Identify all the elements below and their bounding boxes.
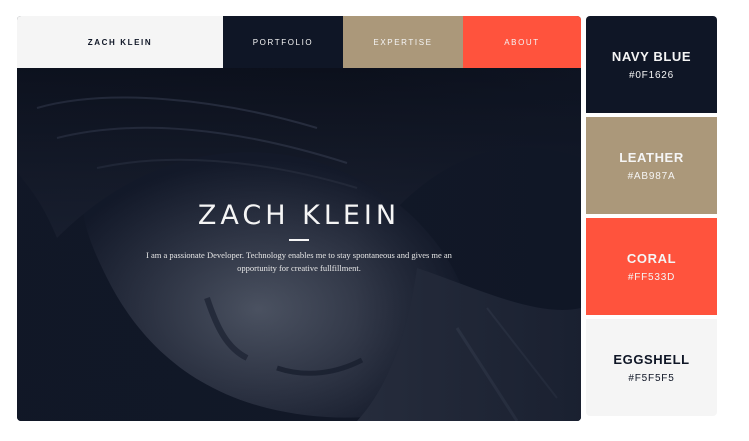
- navigation-bar: ZACH KLEIN PORTFOLIO EXPERTISE ABOUT: [17, 16, 581, 68]
- swatch-name: EGGSHELL: [613, 351, 690, 367]
- hero-title: ZACH KLEIN: [197, 200, 401, 231]
- brand-logo-link[interactable]: ZACH KLEIN: [17, 16, 223, 68]
- website-mockup: ZACH KLEIN PORTFOLIO EXPERTISE ABOUT ZAC…: [17, 16, 581, 421]
- color-palette: NAVY BLUE #0F1626 LEATHER #AB987A CORAL …: [586, 16, 717, 416]
- nav-item-expertise[interactable]: EXPERTISE: [343, 16, 463, 68]
- swatch-name: NAVY BLUE: [611, 48, 692, 64]
- swatch-hex: #AB987A: [627, 170, 676, 182]
- hero-subtitle: I am a passionate Developer. Technology …: [146, 250, 452, 273]
- title-divider: [289, 239, 309, 241]
- swatch-navy-blue: NAVY BLUE #0F1626: [586, 16, 717, 113]
- hero-section: ZACH KLEIN I am a passionate Developer. …: [17, 68, 581, 421]
- swatch-hex: #0F1626: [628, 69, 675, 81]
- swatch-eggshell: EGGSHELL #F5F5F5: [586, 319, 717, 416]
- swatch-name: CORAL: [626, 250, 677, 266]
- swatch-name: LEATHER: [619, 149, 684, 165]
- swatch-hex: #FF533D: [627, 271, 676, 283]
- hero-content: ZACH KLEIN I am a passionate Developer. …: [17, 200, 581, 275]
- swatch-leather: LEATHER #AB987A: [586, 117, 717, 214]
- swatch-hex: #F5F5F5: [628, 372, 675, 384]
- nav-item-about[interactable]: ABOUT: [463, 16, 581, 68]
- nav-item-portfolio[interactable]: PORTFOLIO: [223, 16, 343, 68]
- swatch-coral: CORAL #FF533D: [586, 218, 717, 315]
